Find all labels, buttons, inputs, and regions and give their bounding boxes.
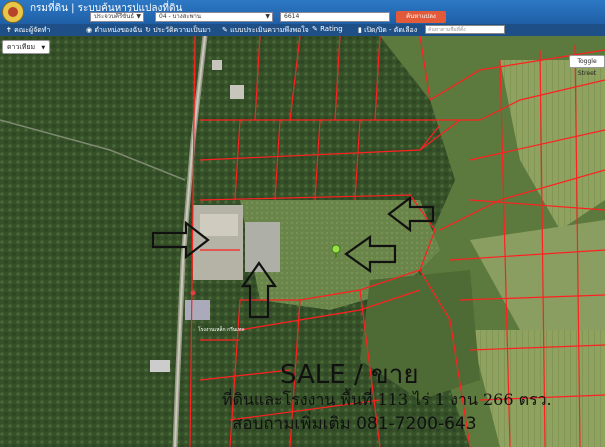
contact-phone: สอบถามเพิ่มเติม 081-7200-643 xyxy=(232,414,477,434)
toolbar-item-credits[interactable]: ✝ คณะผู้จัดทำ xyxy=(6,25,50,36)
search-parcel-button[interactable]: ค้นหาแปลง xyxy=(396,11,446,23)
building xyxy=(150,360,170,372)
toolbar-item-label: ประวัติความเป็นมา xyxy=(153,26,211,34)
building xyxy=(185,300,210,320)
chevron-down-icon: ▼ xyxy=(136,13,141,20)
parcel-number-input[interactable]: 6614 xyxy=(280,12,390,22)
province-select[interactable]: ประจวบคีรีขันธ์ ▼ xyxy=(90,12,144,22)
chevron-down-icon: ▼ xyxy=(41,45,46,51)
toolbar-item-history[interactable]: ↻ ประวัติความเป็นมา xyxy=(145,25,211,36)
basemap-value: ดาวเทียม xyxy=(7,43,36,51)
toolbar: ✝ คณะผู้จัดทำ ◉ ตำแหน่งของฉัน ↻ ประวัติค… xyxy=(0,24,605,36)
toolbar-item-my-location[interactable]: ◉ ตำแหน่งของฉัน xyxy=(86,25,142,36)
app-header: กรมที่ดิน | ระบบค้นหารูปแปลงที่ดิน ประจว… xyxy=(0,0,605,24)
place-label: โรงงานเหล็ก กรีนเทค xyxy=(198,327,245,333)
factory-building xyxy=(245,222,280,272)
toolbar-item-rating[interactable]: ✎ Rating xyxy=(312,25,343,33)
toggle-street-button[interactable]: Toggle Street xyxy=(569,55,605,77)
basemap-select[interactable]: ดาวเทียม ▼ xyxy=(2,40,50,54)
chevron-down-icon: ▼ xyxy=(265,13,270,20)
toolbar-item-label: คณะผู้จัดทำ xyxy=(14,26,51,34)
building xyxy=(230,85,244,99)
district-select[interactable]: 04 - บางสะพาน ▼ xyxy=(155,12,273,22)
factory-roof xyxy=(200,214,238,236)
toolbar-item-toggle-layer[interactable]: ▮ เปิด/ปิด - ตัดเลือง xyxy=(358,25,417,36)
district-value: 04 - บางสะพาน xyxy=(159,13,202,20)
department-logo xyxy=(2,1,24,23)
toolbar-item-label: Rating xyxy=(320,25,343,33)
toolbar-item-satisfaction[interactable]: ✎ แบบประเมินความพึงพอใจ xyxy=(222,25,309,36)
parcel-number-value: 6614 xyxy=(284,13,300,20)
place-search-input[interactable]: ค้นหาตามชื่อที่ตั้ง xyxy=(425,25,505,34)
building xyxy=(212,60,222,70)
toolbar-item-label: แบบประเมินความพึงพอใจ xyxy=(230,26,309,34)
poi-pin-icon xyxy=(190,290,196,296)
toolbar-item-label: ตำแหน่งของฉัน xyxy=(94,26,143,34)
province-value: ประจวบคีรีขันธ์ xyxy=(94,13,135,20)
toolbar-item-label: เปิด/ปิด - ตัดเลือง xyxy=(364,26,418,34)
